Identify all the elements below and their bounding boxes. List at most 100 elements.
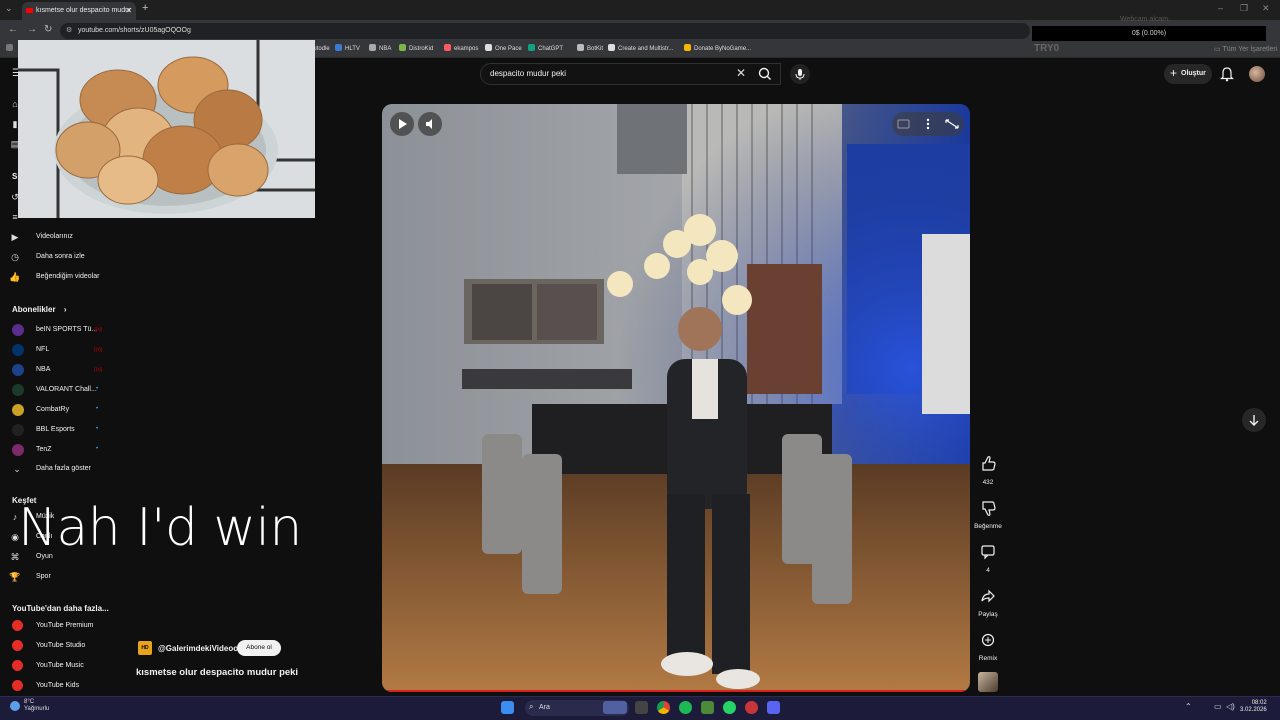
channel-avatar[interactable] — [12, 324, 24, 336]
subscription-item[interactable]: TenZ — [36, 446, 52, 453]
channel-avatar[interactable] — [12, 424, 24, 436]
new-tab-button[interactable]: + — [142, 2, 148, 14]
sidebar-item[interactable]: Videolarınız — [36, 233, 73, 240]
sidebar-item[interactable]: Beğendiğim videolar — [36, 273, 99, 280]
more-from-youtube-title: YouTube'dan daha fazla... — [12, 604, 109, 613]
valorant-icon[interactable] — [745, 701, 758, 714]
play-icon — [399, 119, 407, 129]
channel-avatar[interactable] — [12, 384, 24, 396]
bookmark-label: Create and Multistr... — [618, 46, 674, 52]
system-clock[interactable]: 08:02 3.02.2026 — [1240, 700, 1267, 714]
bookmark-item[interactable]: BotKit — [577, 44, 603, 52]
mute-button[interactable] — [418, 112, 442, 136]
minecraft-icon[interactable] — [701, 701, 714, 714]
comments-button[interactable] — [975, 539, 1001, 565]
bookmark-item[interactable]: Create and Multistr... — [608, 44, 673, 52]
search-button[interactable] — [752, 63, 778, 85]
channel-avatar[interactable] — [12, 344, 24, 356]
channel-name[interactable]: @GalerimdekiVideoo — [158, 644, 238, 653]
subscription-item[interactable]: CombatRy — [36, 406, 69, 413]
whatsapp-icon[interactable] — [723, 701, 736, 714]
channel-avatar[interactable]: HD — [138, 641, 152, 655]
play-button[interactable] — [390, 112, 414, 136]
bookmark-item[interactable]: NBA — [369, 44, 391, 52]
subscription-item[interactable]: VALORANT Chall... — [36, 386, 97, 393]
sidebar-item[interactable]: Daha sonra izle — [36, 253, 85, 260]
search-highlight-icon[interactable] — [603, 701, 627, 714]
bookmark-item[interactable]: ChatGPT — [528, 44, 563, 52]
subscription-item[interactable]: NFL — [36, 346, 49, 353]
reload-icon[interactable]: ↻ — [44, 24, 52, 35]
bookmark-item[interactable]: One Pace — [485, 44, 522, 52]
fullscreen-icon[interactable] — [944, 112, 964, 136]
chevron-down-icon[interactable]: ⌄ — [11, 464, 23, 475]
subscriptions-title[interactable]: Abonelikler › — [12, 305, 66, 314]
bookmark-item[interactable]: ekampos — [444, 44, 478, 52]
voice-search-button[interactable] — [790, 64, 810, 84]
share-icon — [981, 589, 995, 603]
bookmarks-overflow[interactable]: ▭ Tüm Yer İşaretleri — [1214, 45, 1277, 53]
create-button[interactable]: + Oluştur — [1164, 64, 1212, 84]
task-view-icon[interactable] — [635, 701, 648, 714]
bookmark-item[interactable]: Donate ByNoGame... — [684, 44, 751, 52]
thumb-down-icon — [982, 501, 996, 516]
spotify-icon[interactable] — [679, 701, 692, 714]
account-avatar[interactable] — [1249, 66, 1265, 82]
new-content-dot-icon: • — [96, 446, 99, 452]
bookmark-label: NBA — [379, 46, 392, 52]
back-icon[interactable]: ← — [8, 24, 18, 35]
notifications-button[interactable] — [1220, 66, 1234, 87]
forward-icon[interactable]: → — [27, 24, 37, 35]
more-options-icon[interactable] — [910, 112, 946, 136]
address-bar[interactable]: ⚙ youtube.com/shorts/zU05agOQOOg — [60, 23, 1030, 39]
shorts-video-player[interactable] — [382, 104, 970, 692]
like-button[interactable] — [975, 451, 1001, 477]
share-button[interactable] — [975, 583, 1001, 609]
browser-tab-strip — [0, 0, 1280, 20]
browser-tab-active[interactable]: kısmetse olur despacito mudur ✕ — [22, 2, 136, 20]
sound-thumbnail[interactable] — [978, 672, 998, 692]
webcam-pancake-image — [18, 40, 315, 218]
chrome-icon[interactable] — [657, 701, 670, 714]
remix-icon — [981, 633, 995, 647]
close-window-icon[interactable]: ✕ — [1262, 3, 1270, 14]
thumb-up-icon: 👍 — [9, 272, 21, 282]
subscription-item[interactable]: beIN SPORTS Tü... — [36, 326, 97, 333]
thumb-up-icon — [982, 456, 996, 471]
speaker-icon[interactable]: ◁) — [1226, 702, 1235, 711]
subscription-item[interactable]: BBL Esports — [36, 426, 75, 433]
youtube-app-item[interactable]: YouTube Premium — [36, 622, 93, 629]
apps-icon[interactable] — [6, 44, 16, 52]
remix-button[interactable] — [975, 627, 1001, 653]
bookmark-favicon-icon — [684, 44, 691, 51]
tab-search-icon[interactable]: ⌄ — [5, 3, 13, 14]
channel-avatar[interactable] — [12, 404, 24, 416]
subscription-item[interactable]: NBA — [36, 366, 50, 373]
bookmark-item[interactable]: HLTV — [335, 44, 360, 52]
stream-caption-overlay: Nah I'd win — [18, 498, 302, 558]
next-short-button[interactable] — [1242, 408, 1266, 432]
youtube-app-item[interactable]: YouTube Kids — [36, 682, 79, 689]
bookmark-label: Donate ByNoGame... — [694, 46, 752, 52]
windows-start-icon[interactable] — [501, 701, 514, 714]
maximize-icon[interactable]: ❐ — [1240, 3, 1248, 14]
channel-avatar[interactable] — [12, 444, 24, 456]
show-more-button[interactable]: Daha fazla göster — [36, 465, 91, 472]
explore-item[interactable]: Spor — [36, 573, 51, 580]
bookmark-favicon-icon — [335, 44, 342, 51]
like-count: 432 — [982, 479, 994, 486]
dislike-button[interactable] — [975, 495, 1001, 521]
youtube-app-item[interactable]: YouTube Music — [36, 662, 84, 669]
tab-close-icon[interactable]: ✕ — [125, 2, 132, 19]
network-icon[interactable]: ▭ — [1214, 702, 1222, 711]
bookmark-item[interactable]: DistroKid — [399, 44, 433, 52]
minimize-icon[interactable]: – — [1218, 3, 1223, 13]
youtube-app-item[interactable]: YouTube Studio — [36, 642, 85, 649]
tray-chevron-icon[interactable]: ⌃ — [1185, 702, 1192, 711]
dislike-label: Beğenme — [974, 523, 1002, 530]
channel-avatar[interactable] — [12, 364, 24, 376]
site-info-icon[interactable]: ⚙ — [66, 23, 72, 39]
clear-search-icon[interactable]: ✕ — [736, 66, 746, 80]
subscribe-button[interactable]: Abone ol — [237, 640, 281, 656]
discord-icon[interactable] — [767, 701, 780, 714]
